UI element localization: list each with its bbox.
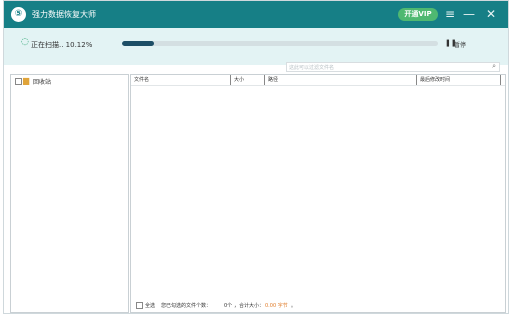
column-header-modified[interactable]: 最后修改时间 bbox=[417, 75, 501, 85]
scan-progress-bar bbox=[122, 41, 438, 46]
column-header-size[interactable]: 大小 bbox=[231, 75, 265, 85]
search-placeholder: 这此可以过滤文件名 bbox=[289, 65, 335, 71]
filter-search-input[interactable]: 这此可以过滤文件名 ⌕ bbox=[286, 62, 500, 72]
minimize-icon[interactable]: — bbox=[461, 6, 477, 22]
selection-footer: 全选 您已勾选的文件个数： 0个 ，合计大小： 0.00 字节 。 bbox=[131, 299, 505, 313]
recycle-bin-icon: ▆ bbox=[23, 76, 30, 85]
pause-button[interactable]: 暂停 bbox=[454, 40, 466, 49]
file-list-panel: 文件名 大小 路径 最后修改时间 全选 您已勾选的文件个数： 0个 ，合计大小：… bbox=[130, 74, 506, 313]
selected-size: 0.00 字节 bbox=[265, 303, 288, 309]
tree-root-label[interactable]: 回收站 bbox=[33, 77, 51, 86]
tree-root-checkbox[interactable] bbox=[15, 78, 22, 85]
scan-status-bar: ◌ 正在扫描.. 10.12% ❚❚ 暂停 bbox=[4, 28, 508, 65]
select-all-label[interactable]: 全选 bbox=[145, 302, 155, 309]
select-all-checkbox[interactable] bbox=[136, 302, 143, 309]
scan-progress-fill bbox=[122, 41, 154, 46]
app-title: 强力数据恢复大师 bbox=[32, 10, 96, 19]
selected-count: 0个 bbox=[224, 303, 233, 309]
selected-size-prefix: ，合计大小： bbox=[234, 303, 265, 309]
app-logo-icon: ⑤ bbox=[11, 7, 26, 22]
title-bar: ⑤ 强力数据恢复大师 开通VIP ≡ — ✕ bbox=[4, 1, 508, 28]
column-header-name[interactable]: 文件名 bbox=[131, 75, 231, 85]
selected-count-prefix: 您已勾选的文件个数： bbox=[161, 303, 212, 309]
scanning-spinner-icon: ◌ bbox=[21, 37, 29, 47]
scan-status-text: 正在扫描.. 10.12% bbox=[31, 41, 93, 49]
header-divider bbox=[131, 85, 505, 86]
vip-button[interactable]: 开通VIP bbox=[398, 8, 438, 21]
menu-icon[interactable]: ≡ bbox=[442, 6, 458, 22]
search-icon[interactable]: ⌕ bbox=[492, 62, 496, 71]
close-icon[interactable]: ✕ bbox=[483, 6, 499, 22]
folder-tree-panel: ▆ 回收站 bbox=[10, 74, 129, 313]
column-header-path[interactable]: 路径 bbox=[265, 75, 417, 85]
footer-suffix: 。 bbox=[291, 303, 297, 309]
app-window: ⑤ 强力数据恢复大师 开通VIP ≡ — ✕ ◌ 正在扫描.. 10.12% ❚… bbox=[3, 0, 509, 314]
